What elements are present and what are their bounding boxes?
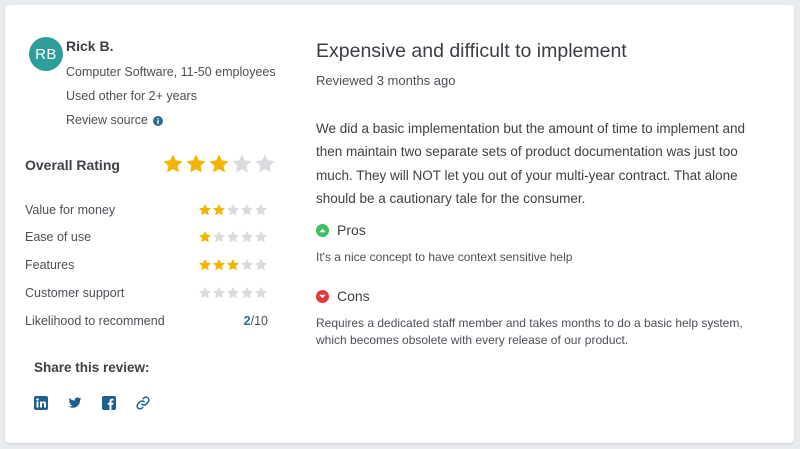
share-title: Share this review: [34, 360, 150, 375]
review-date: Reviewed 3 months ago [316, 73, 456, 88]
rating-row-recommend: Likelihood to recommend 2/10 [25, 312, 270, 332]
rating-stars [198, 230, 268, 249]
avatar-initials: RB [35, 45, 57, 63]
star-empty-icon [240, 230, 254, 249]
review-card: RB Rick B. Computer Software, 11-50 empl… [5, 5, 794, 443]
recommend-score-max: /10 [250, 314, 268, 328]
star-filled-icon [212, 203, 226, 222]
recommend-score: 2/10 [244, 314, 268, 328]
rating-row-features: Features [25, 256, 270, 276]
pros-text: It's a nice concept to have context sens… [316, 250, 573, 264]
review-body: We did a basic implementation but the am… [316, 121, 745, 206]
recommend-label: Likelihood to recommend [25, 314, 165, 328]
star-filled-icon [162, 153, 184, 180]
avatar: RB [29, 37, 63, 71]
rating-row-support: Customer support [25, 284, 270, 304]
reviewer-usage: Used other for 2+ years [66, 89, 197, 103]
cons-label: Cons [337, 288, 370, 304]
rating-label: Value for money [25, 203, 116, 217]
star-empty-icon [240, 286, 254, 305]
cons-text: Requires a dedicated staff member and ta… [316, 316, 743, 347]
star-empty-icon [226, 286, 240, 305]
link-icon[interactable] [136, 396, 150, 410]
pros-icon [316, 223, 329, 237]
info-icon[interactable] [152, 115, 163, 126]
rating-stars [198, 286, 268, 305]
star-empty-icon [212, 230, 226, 249]
overall-rating-label: Overall Rating [25, 157, 120, 173]
recommend-score-value: 2 [243, 314, 251, 328]
star-empty-icon [254, 286, 268, 305]
pros-heading: Pros [316, 222, 366, 238]
star-empty-icon [240, 258, 254, 277]
star-empty-icon [254, 258, 268, 277]
rating-row-ease: Ease of use [25, 228, 270, 248]
rating-stars [198, 258, 268, 277]
pros-label: Pros [337, 222, 366, 238]
rating-label: Ease of use [25, 230, 92, 244]
cons-heading: Cons [316, 288, 370, 304]
share-icons [34, 396, 150, 410]
cons-icon [316, 289, 329, 303]
rating-label: Customer support [25, 286, 125, 300]
star-empty-icon [254, 153, 276, 180]
star-empty-icon [231, 153, 253, 180]
rating-row-value: Value for money [25, 201, 270, 221]
rating-label: Features [25, 258, 75, 272]
star-filled-icon [226, 258, 240, 277]
star-empty-icon [254, 230, 268, 249]
twitter-icon[interactable] [68, 396, 82, 410]
star-filled-icon [212, 258, 226, 277]
reviewer-name: Rick B. [66, 38, 114, 54]
star-filled-icon [198, 203, 212, 222]
rating-stars [198, 203, 268, 222]
star-empty-icon [254, 203, 268, 222]
star-filled-icon [208, 153, 230, 180]
review-source[interactable]: Review source [66, 113, 163, 127]
star-filled-icon [198, 230, 212, 249]
overall-rating-stars [162, 153, 276, 180]
review-title: Expensive and difficult to implement [316, 40, 627, 62]
star-empty-icon [226, 203, 240, 222]
star-empty-icon [198, 286, 212, 305]
review-source-label: Review source [66, 113, 148, 127]
linkedin-icon[interactable] [34, 396, 48, 410]
star-empty-icon [226, 230, 240, 249]
star-empty-icon [240, 203, 254, 222]
facebook-icon[interactable] [102, 396, 116, 410]
reviewer-company: Computer Software, 11-50 employees [66, 65, 276, 79]
star-empty-icon [212, 286, 226, 305]
star-filled-icon [198, 258, 212, 277]
star-filled-icon [185, 153, 207, 180]
